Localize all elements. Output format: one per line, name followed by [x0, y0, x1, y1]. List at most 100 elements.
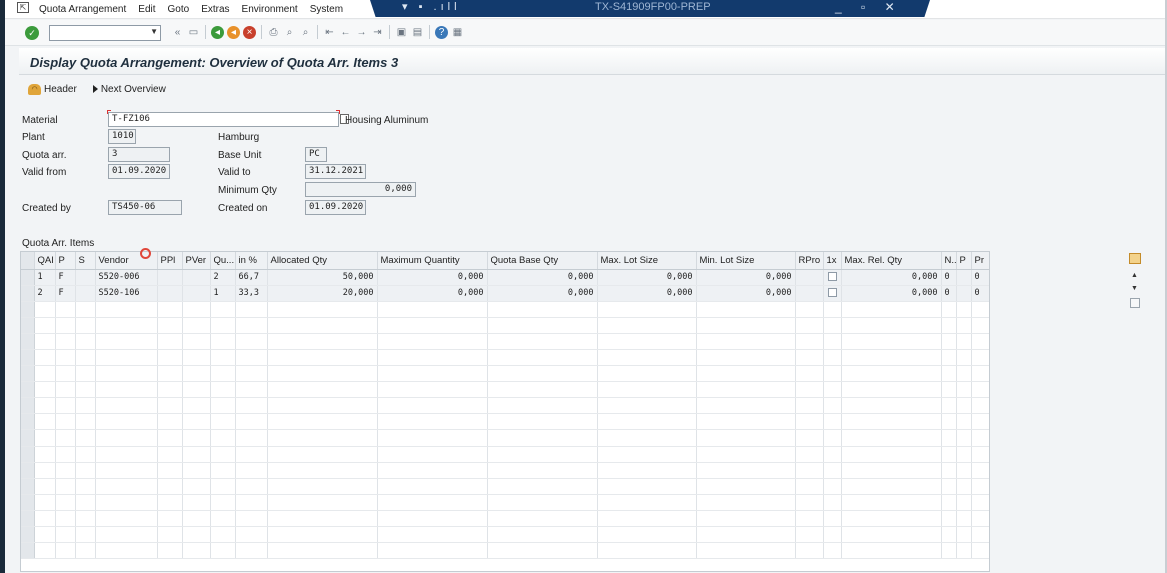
empty-cell[interactable] [210, 397, 236, 415]
empty-cell[interactable] [823, 349, 842, 367]
empty-cell[interactable] [487, 542, 598, 560]
column-header[interactable]: QAI [34, 252, 56, 270]
empty-cell[interactable] [971, 494, 989, 511]
empty-cell[interactable] [34, 413, 56, 431]
empty-cell[interactable] [971, 381, 989, 399]
row-selector[interactable] [21, 333, 35, 350]
empty-cell[interactable] [55, 446, 76, 463]
new-session-icon[interactable]: ▣ [395, 26, 408, 39]
empty-cell[interactable] [971, 317, 989, 334]
empty-cell[interactable] [377, 317, 488, 334]
empty-cell[interactable] [841, 494, 942, 511]
menu-item-edit[interactable]: Edit [138, 4, 155, 15]
empty-cell[interactable] [235, 397, 268, 415]
empty-cell[interactable] [971, 446, 989, 463]
empty-cell[interactable] [597, 301, 697, 318]
empty-cell[interactable] [795, 526, 824, 544]
empty-cell[interactable] [377, 510, 488, 528]
empty-cell[interactable] [210, 301, 236, 318]
empty-cell[interactable] [75, 542, 96, 560]
empty-cell[interactable] [597, 429, 697, 447]
header-button[interactable]: ◠ Header [28, 83, 77, 95]
row-selector[interactable] [21, 494, 35, 511]
empty-cell[interactable] [182, 333, 211, 350]
empty-cell[interactable] [182, 397, 211, 415]
empty-cell[interactable] [34, 462, 56, 479]
empty-cell[interactable] [210, 365, 236, 383]
empty-cell[interactable] [971, 510, 989, 528]
empty-cell[interactable] [696, 365, 796, 383]
column-header[interactable]: S [75, 252, 96, 270]
empty-cell[interactable] [823, 510, 842, 528]
menu-item-quota-arrangement[interactable]: Quota Arrangement [39, 4, 126, 15]
empty-cell[interactable] [823, 317, 842, 334]
empty-cell[interactable] [267, 542, 378, 560]
empty-cell[interactable] [182, 542, 211, 560]
empty-cell[interactable] [210, 333, 236, 350]
empty-cell[interactable] [823, 429, 842, 447]
empty-cell[interactable] [956, 478, 972, 495]
cell-maxlot[interactable]: 0,000 [597, 269, 697, 286]
empty-table-row[interactable] [21, 301, 989, 318]
empty-cell[interactable] [55, 542, 76, 560]
empty-cell[interactable] [795, 349, 824, 367]
empty-cell[interactable] [941, 397, 957, 415]
empty-cell[interactable] [235, 333, 268, 350]
empty-cell[interactable] [55, 510, 76, 528]
empty-cell[interactable] [34, 494, 56, 511]
empty-cell[interactable] [971, 349, 989, 367]
column-header[interactable]: PVer [182, 252, 211, 270]
empty-cell[interactable] [795, 365, 824, 383]
cell-n[interactable]: 0 [941, 269, 957, 286]
empty-cell[interactable] [795, 317, 824, 334]
empty-table-row[interactable] [21, 446, 989, 463]
save-icon[interactable]: ▭ [187, 26, 200, 39]
empty-cell[interactable] [75, 478, 96, 495]
history-back-icon[interactable]: « [171, 26, 184, 39]
cell-pver[interactable] [182, 285, 211, 302]
row-selector[interactable] [21, 349, 35, 367]
empty-cell[interactable] [75, 510, 96, 528]
empty-cell[interactable] [157, 397, 183, 415]
empty-cell[interactable] [95, 397, 158, 415]
empty-table-row[interactable] [21, 494, 989, 511]
empty-cell[interactable] [235, 494, 268, 511]
empty-cell[interactable] [956, 510, 972, 528]
empty-cell[interactable] [267, 446, 378, 463]
empty-cell[interactable] [956, 333, 972, 350]
row-selector[interactable] [21, 478, 35, 495]
empty-cell[interactable] [157, 301, 183, 318]
empty-cell[interactable] [182, 317, 211, 334]
empty-cell[interactable] [55, 381, 76, 399]
empty-cell[interactable] [823, 381, 842, 399]
cancel-icon[interactable]: × [243, 25, 256, 39]
empty-cell[interactable] [34, 542, 56, 560]
empty-table-row[interactable] [21, 510, 989, 528]
empty-cell[interactable] [487, 462, 598, 479]
scroll-down-icon[interactable]: ▼ [1131, 285, 1138, 292]
empty-cell[interactable] [971, 397, 989, 415]
exit-icon[interactable]: ◂ [227, 25, 240, 39]
empty-cell[interactable] [487, 397, 598, 415]
created-on-field[interactable]: 01.09.2020 [305, 200, 366, 215]
empty-cell[interactable] [267, 349, 378, 367]
empty-cell[interactable] [597, 478, 697, 495]
select-all-cell[interactable] [21, 252, 35, 270]
empty-cell[interactable] [55, 478, 76, 495]
cell-maxrel[interactable]: 0,000 [841, 269, 942, 286]
empty-cell[interactable] [95, 429, 158, 447]
empty-cell[interactable] [696, 526, 796, 544]
empty-table-row[interactable] [21, 542, 989, 560]
empty-cell[interactable] [75, 333, 96, 350]
empty-cell[interactable] [377, 542, 488, 560]
empty-cell[interactable] [971, 478, 989, 495]
menu-item-extras[interactable]: Extras [201, 4, 229, 15]
empty-cell[interactable] [971, 413, 989, 431]
empty-cell[interactable] [841, 542, 942, 560]
empty-cell[interactable] [487, 510, 598, 528]
empty-cell[interactable] [377, 349, 488, 367]
empty-cell[interactable] [841, 478, 942, 495]
empty-cell[interactable] [55, 333, 76, 350]
empty-cell[interactable] [941, 333, 957, 350]
empty-cell[interactable] [795, 462, 824, 479]
